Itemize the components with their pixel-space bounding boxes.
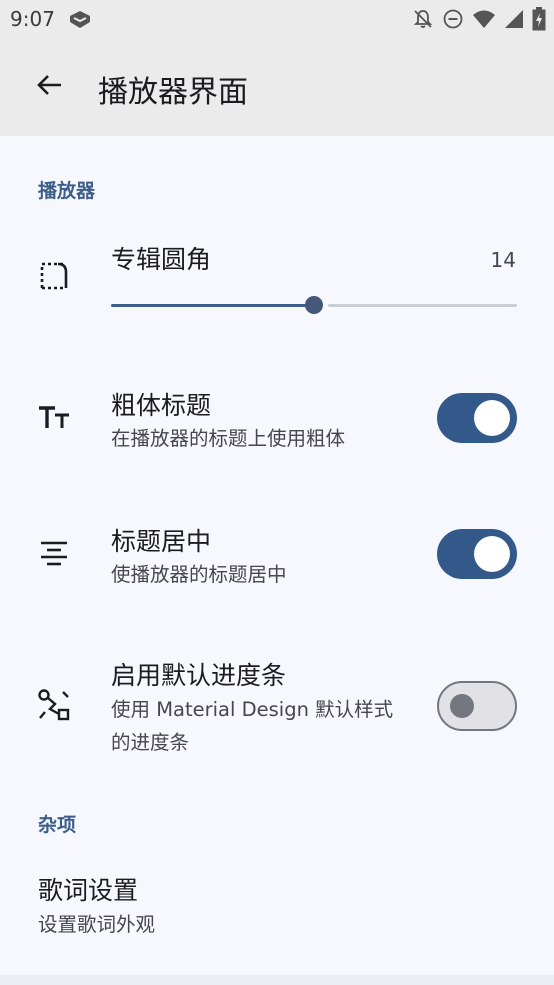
- switch-knob: [474, 400, 510, 436]
- default-progress-switch[interactable]: [437, 681, 517, 731]
- back-button[interactable]: [28, 66, 70, 108]
- lyrics-settings-title: 歌词设置: [38, 876, 139, 905]
- bold-title-title: 粗体标题: [111, 391, 212, 420]
- bold-title-switch[interactable]: [437, 393, 517, 443]
- slider-thumb[interactable]: [305, 296, 323, 314]
- do-not-disturb-icon: [442, 8, 464, 30]
- center-title-subtitle: 使播放器的标题居中: [111, 563, 287, 586]
- battery-charging-icon: [532, 7, 546, 31]
- center-title-switch[interactable]: [437, 529, 517, 579]
- album-corner-title: 专辑圆角: [111, 245, 212, 274]
- default-progress-title: 启用默认进度条: [111, 661, 287, 690]
- arrow-back-icon: [35, 71, 63, 103]
- album-corner-slider[interactable]: [111, 294, 517, 318]
- app-bar: 播放器界面: [0, 38, 554, 136]
- center-title-title: 标题居中: [111, 527, 212, 556]
- next-item-edge: [0, 975, 554, 985]
- app-notification-icon: [68, 9, 92, 31]
- bold-title-subtitle: 在播放器的标题上使用粗体: [111, 427, 346, 450]
- section-header-misc: 杂项: [38, 814, 77, 836]
- section-header-player: 播放器: [38, 180, 96, 202]
- rounded-corner-icon: [36, 258, 72, 294]
- album-corner-value: 14: [490, 248, 516, 272]
- status-icons: [412, 7, 546, 31]
- default-progress-subtitle: 使用 Material Design 默认样式的进度条: [111, 698, 394, 754]
- text-size-icon: [36, 400, 72, 436]
- status-time: 9:07: [10, 7, 55, 31]
- switch-knob: [474, 536, 510, 572]
- progress-route-icon: [36, 687, 72, 723]
- align-center-icon: [36, 536, 72, 572]
- slider-track-active: [111, 304, 310, 307]
- wifi-icon: [472, 9, 496, 29]
- status-bar: 9:07: [0, 0, 554, 38]
- switch-knob: [450, 694, 474, 718]
- slider-track-inactive: [328, 304, 517, 307]
- bell-off-icon: [412, 8, 434, 30]
- lyrics-settings-subtitle: 设置歌词外观: [38, 913, 156, 936]
- page-title: 播放器界面: [98, 75, 248, 110]
- cellular-icon: [504, 9, 524, 29]
